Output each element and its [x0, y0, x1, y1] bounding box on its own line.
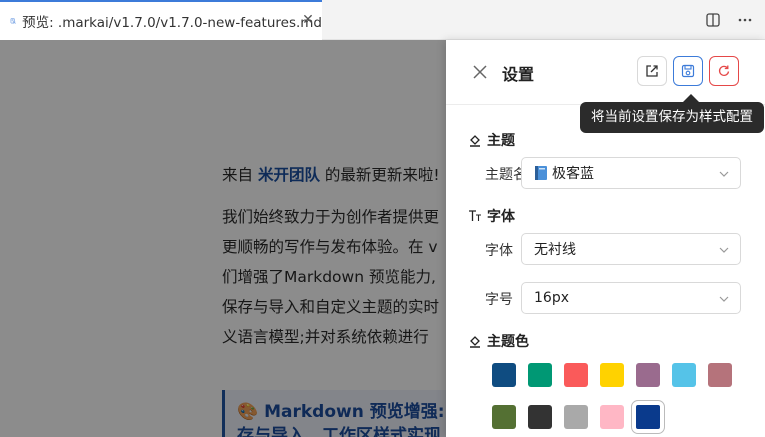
paint-bucket-icon	[470, 135, 480, 147]
book-icon	[535, 166, 547, 180]
export-icon	[646, 65, 658, 77]
font-icon	[469, 210, 481, 221]
color-swatch[interactable]	[492, 363, 516, 387]
chevron-down-icon	[719, 171, 729, 177]
close-icon[interactable]	[472, 64, 488, 80]
settings-header: 设置	[446, 40, 765, 105]
theme-name-value: 极客蓝	[552, 166, 594, 182]
color-swatch[interactable]	[708, 363, 732, 387]
chevron-down-icon	[719, 247, 729, 253]
tab-title: 预览: .markai/v1.7.0/v1.7.0-new-features.m…	[22, 15, 322, 31]
save-icon	[681, 64, 695, 78]
font-family-select[interactable]: 无衬线	[521, 233, 741, 265]
color-swatch[interactable]	[600, 405, 624, 429]
color-swatch[interactable]	[528, 405, 552, 429]
color-swatch[interactable]	[631, 400, 665, 434]
tab-close-icon[interactable]: ✕	[300, 12, 316, 28]
tooltip-arrow	[683, 94, 699, 102]
editor-tabbar: 预览: .markai/v1.7.0/v1.7.0-new-features.m…	[0, 0, 765, 40]
font-family-value: 无衬线	[534, 242, 576, 258]
export-style-button[interactable]	[637, 56, 667, 86]
settings-title: 设置	[502, 65, 535, 84]
font-size-label: 字号	[485, 292, 513, 308]
font-family-label: 字体	[485, 243, 513, 259]
color-swatch[interactable]	[600, 363, 624, 387]
font-size-select[interactable]: 16px	[521, 282, 741, 314]
save-style-button[interactable]	[673, 56, 703, 86]
preview-file-icon	[10, 18, 16, 24]
reset-icon	[718, 65, 730, 76]
paint-bucket-icon	[470, 336, 480, 348]
color-swatch[interactable]	[492, 405, 516, 429]
font-section-title: 字体	[468, 206, 515, 226]
split-editor-icon[interactable]	[705, 12, 721, 28]
font-size-value: 16px	[534, 290, 569, 306]
reset-button[interactable]	[709, 56, 739, 86]
color-swatch[interactable]	[672, 363, 696, 387]
color-swatch[interactable]	[636, 363, 660, 387]
chevron-down-icon	[719, 296, 729, 302]
more-actions-icon[interactable]	[737, 12, 753, 28]
theme-section-title: 主题	[468, 130, 515, 150]
theme-color-section-title: 主题色	[468, 331, 529, 351]
theme-name-select[interactable]: 极客蓝	[521, 157, 741, 189]
settings-panel: 设置 主题 主题名称 极客蓝 字体 字体 无衬线 字号 16px 主题色	[446, 40, 765, 437]
color-swatch[interactable]	[564, 405, 588, 429]
save-style-tooltip: 将当前设置保存为样式配置	[580, 102, 764, 133]
color-swatch[interactable]	[528, 363, 552, 387]
color-swatch[interactable]	[564, 363, 588, 387]
tab-preview[interactable]: 预览: .markai/v1.7.0/v1.7.0-new-features.m…	[0, 0, 322, 40]
